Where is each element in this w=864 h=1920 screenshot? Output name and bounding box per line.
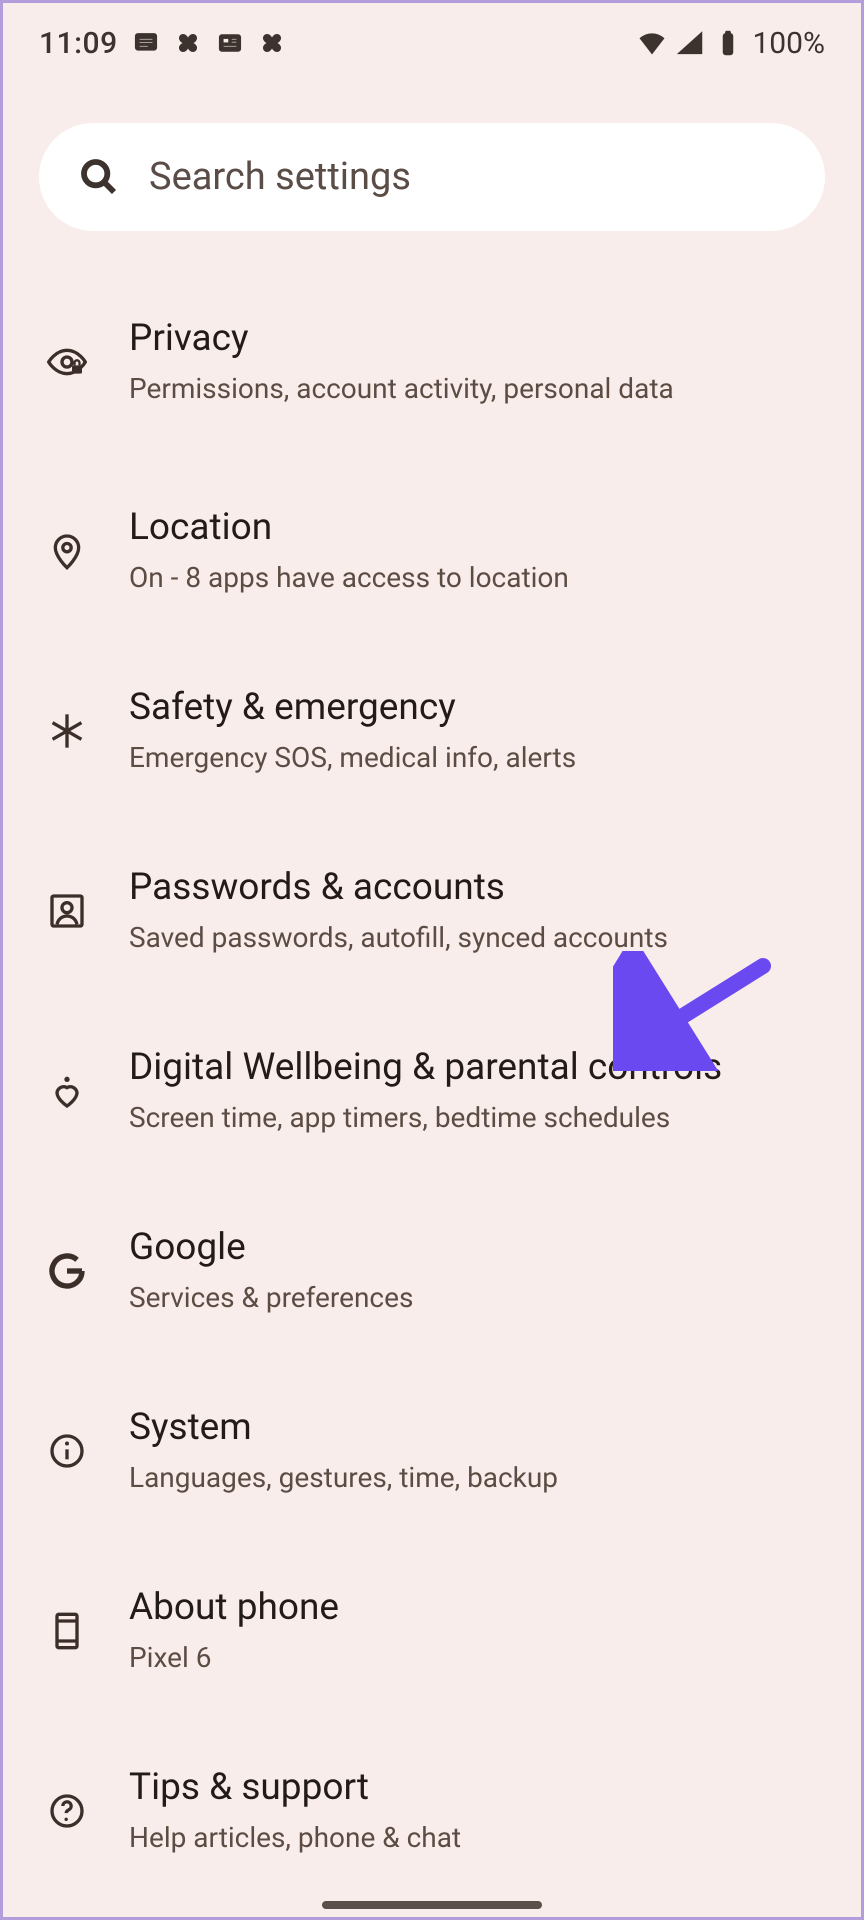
signal-icon — [676, 29, 704, 57]
item-title: Google — [129, 1226, 821, 1270]
settings-item-safety[interactable]: Safety & emergency Emergency SOS, medica… — [31, 641, 833, 821]
search-bar[interactable]: Search settings — [39, 123, 825, 231]
status-bar: 11:09 100% — [3, 3, 861, 83]
location-icon — [43, 527, 91, 575]
item-subtitle: Pixel 6 — [129, 1640, 821, 1676]
home-indicator[interactable] — [322, 1901, 542, 1909]
search-icon — [79, 157, 119, 197]
settings-item-system[interactable]: System Languages, gestures, time, backup — [31, 1361, 833, 1541]
account-box-icon — [43, 887, 91, 935]
item-subtitle: Help articles, phone & chat — [129, 1820, 821, 1856]
search-placeholder: Search settings — [149, 155, 411, 199]
settings-item-tips-support[interactable]: Tips & support Help articles, phone & ch… — [31, 1721, 833, 1901]
status-right: 100% — [638, 26, 825, 61]
item-title: Tips & support — [129, 1766, 821, 1810]
search-container: Search settings — [3, 83, 861, 281]
item-subtitle: Emergency SOS, medical info, alerts — [129, 740, 821, 776]
settings-item-google[interactable]: Google Services & preferences — [31, 1181, 833, 1361]
item-title: About phone — [129, 1586, 821, 1630]
settings-item-digital-wellbeing[interactable]: Digital Wellbeing & parental controls Sc… — [31, 1001, 833, 1181]
item-title: Safety & emergency — [129, 686, 821, 730]
item-title: Privacy — [129, 317, 821, 361]
google-icon — [43, 1247, 91, 1295]
pinwheel-icon-2 — [258, 29, 286, 57]
item-title: Location — [129, 506, 821, 550]
item-title: Passwords & accounts — [129, 866, 821, 910]
help-icon — [43, 1787, 91, 1835]
settings-item-location[interactable]: Location On - 8 apps have access to loca… — [31, 461, 833, 641]
status-left: 11:09 — [39, 26, 286, 61]
item-subtitle: Languages, gestures, time, backup — [129, 1460, 821, 1496]
settings-item-privacy[interactable]: Privacy Permissions, account activity, p… — [31, 281, 833, 461]
message-icon — [132, 29, 160, 57]
battery-percent: 100% — [752, 26, 825, 61]
item-subtitle: Saved passwords, autofill, synced accoun… — [129, 920, 821, 956]
item-title: Digital Wellbeing & parental controls — [129, 1046, 821, 1090]
item-subtitle: Permissions, account activity, personal … — [129, 371, 821, 407]
item-title: System — [129, 1406, 821, 1450]
privacy-icon — [43, 338, 91, 386]
item-subtitle: Screen time, app timers, bedtime schedul… — [129, 1100, 821, 1136]
settings-list: Privacy Permissions, account activity, p… — [3, 281, 861, 1901]
status-clock: 11:09 — [39, 26, 118, 61]
item-subtitle: On - 8 apps have access to location — [129, 560, 821, 596]
asterisk-icon — [43, 707, 91, 755]
item-subtitle: Services & preferences — [129, 1280, 821, 1316]
settings-item-about-phone[interactable]: About phone Pixel 6 — [31, 1541, 833, 1721]
info-icon — [43, 1427, 91, 1475]
phone-device-icon — [43, 1607, 91, 1655]
wifi-icon — [638, 29, 666, 57]
news-icon — [216, 29, 244, 57]
battery-icon — [714, 29, 742, 57]
wellbeing-icon — [43, 1067, 91, 1115]
settings-item-passwords[interactable]: Passwords & accounts Saved passwords, au… — [31, 821, 833, 1001]
pinwheel-icon — [174, 29, 202, 57]
